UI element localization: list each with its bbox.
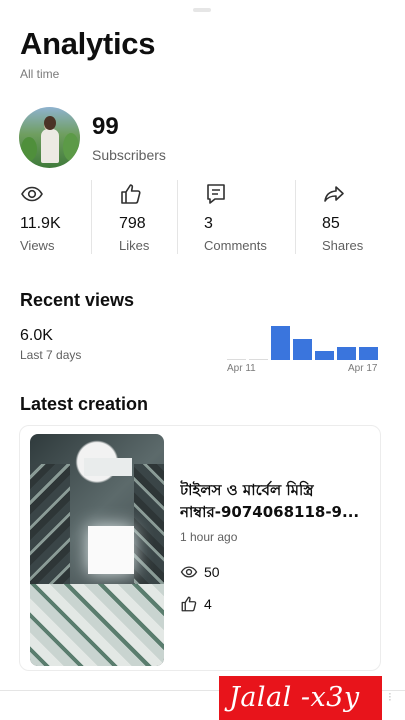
stat-label: Shares xyxy=(322,238,364,253)
avatar[interactable] xyxy=(19,107,80,168)
divider xyxy=(177,180,178,254)
page-title: Analytics xyxy=(20,26,156,61)
recent-views-period: Last 7 days xyxy=(20,348,82,362)
watermark: Jalal -x3y xyxy=(219,676,382,720)
stat-value: 798 xyxy=(119,215,146,232)
sparkline-bar xyxy=(249,359,268,360)
video-thumbnail[interactable] xyxy=(30,434,164,666)
sheet-drag-handle[interactable] xyxy=(193,8,211,12)
video-title[interactable]: টাইলস ও মার্বেল মিস্ত্রি নাম্বার-9074068… xyxy=(180,479,370,523)
stat-label: Likes xyxy=(119,238,150,253)
comment-icon xyxy=(207,184,225,204)
eye-icon xyxy=(180,566,198,578)
video-title-line: টাইলস ও মার্বেল মিস্ত্রি xyxy=(180,481,314,499)
sparkline-bar xyxy=(359,347,378,360)
sparkline-bar xyxy=(293,339,312,360)
divider xyxy=(91,180,92,254)
sparkline-bar xyxy=(315,351,334,360)
share-icon xyxy=(324,186,344,202)
sparkline-bar xyxy=(227,359,246,360)
divider xyxy=(295,180,296,254)
stat-label: Views xyxy=(20,238,55,253)
video-title-line: নাম্বার-9074068118-9... xyxy=(180,503,360,521)
recent-views-sparkline[interactable] xyxy=(226,318,381,360)
stat-value: 11.9K xyxy=(20,215,61,232)
video-likes-value: 4 xyxy=(204,596,212,612)
video-views-value: 50 xyxy=(204,564,220,580)
stats-row: 11.9K Views 798 Likes 3 Comments 85 Shar… xyxy=(0,178,405,254)
thumbs-up-icon xyxy=(121,184,141,204)
latest-creation-card[interactable] xyxy=(19,425,381,671)
recent-views-value: 6.0K xyxy=(20,327,53,344)
recent-views-heading: Recent views xyxy=(20,290,135,310)
video-age: 1 hour ago xyxy=(180,530,238,544)
edge-glyph: ⁝ xyxy=(388,690,392,704)
thumbs-up-icon xyxy=(181,596,197,612)
subscriber-label: Subscribers xyxy=(92,147,166,163)
stat-value: 85 xyxy=(322,215,340,232)
sparkline-bar xyxy=(337,347,356,360)
eye-icon xyxy=(21,186,43,202)
stat-label: Comments xyxy=(204,238,267,253)
period-label: All time xyxy=(20,67,60,81)
stat-value: 3 xyxy=(204,215,213,232)
sparkline-bar xyxy=(271,326,290,360)
latest-creation-heading: Latest creation xyxy=(20,394,149,414)
sparkline-start-label: Apr 11 xyxy=(227,363,256,374)
sparkline-end-label: Apr 17 xyxy=(348,363,378,374)
subscriber-count: 99 xyxy=(92,113,119,140)
